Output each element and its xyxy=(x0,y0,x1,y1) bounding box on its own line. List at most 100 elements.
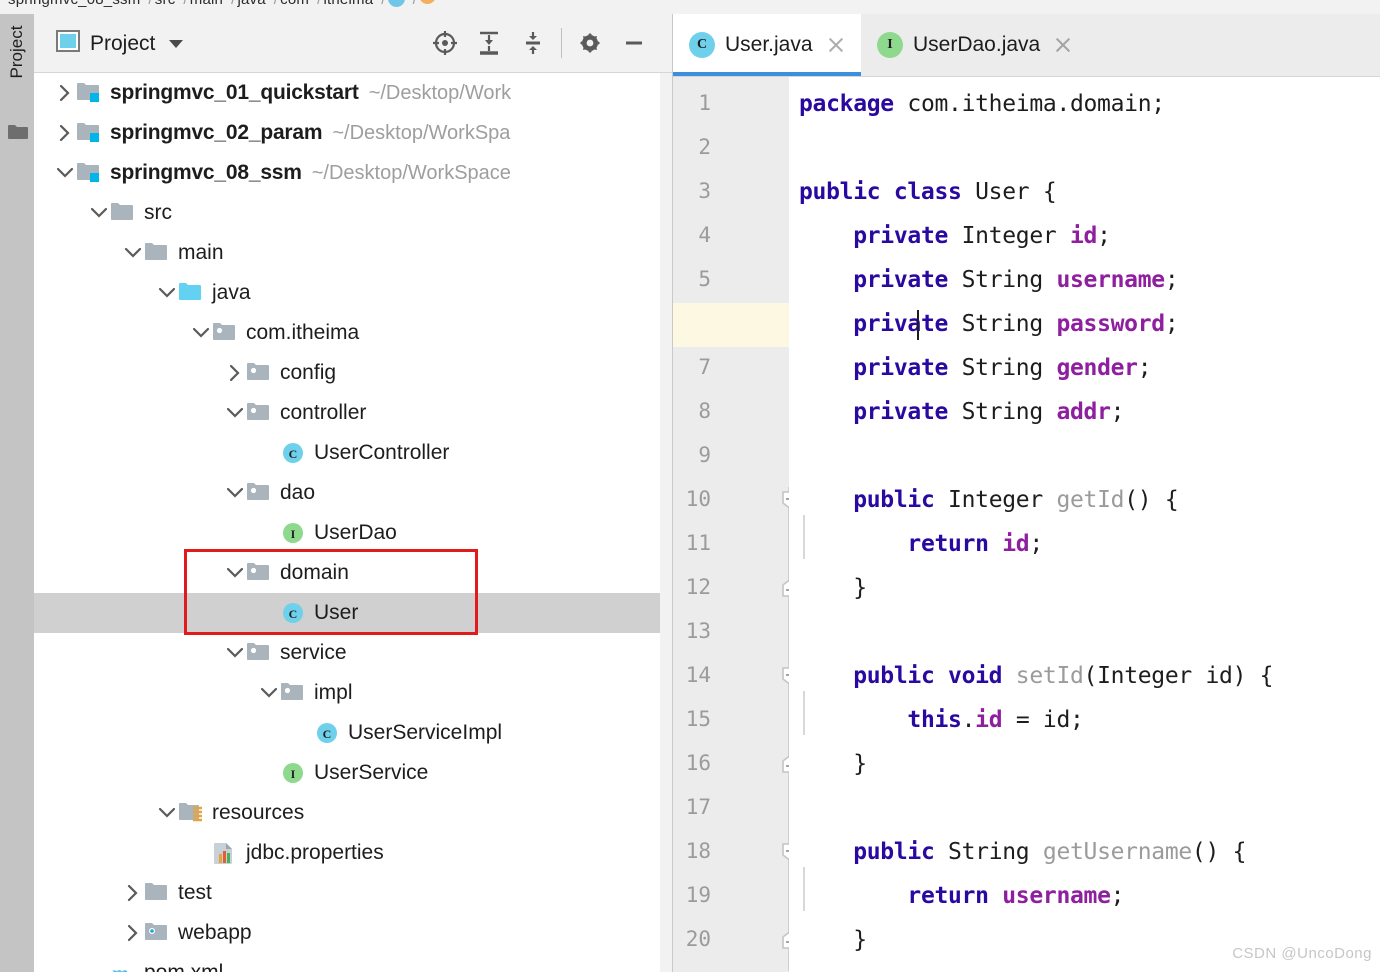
tree-row-label: main xyxy=(178,241,224,264)
chevron-down-icon[interactable] xyxy=(156,282,178,304)
collapse-all-button[interactable] xyxy=(511,26,555,60)
chevron-down-icon[interactable] xyxy=(190,322,212,344)
module-folder-icon xyxy=(76,121,102,145)
tree-row-springmvc-08-ssm[interactable]: springmvc_08_ssm ~/Desktop/WorkSpace xyxy=(34,153,672,193)
tree-row-path: ~/Desktop/WorkSpa xyxy=(332,121,511,144)
tree-row-label: UserServiceImpl xyxy=(348,721,503,744)
line-number: 7 xyxy=(698,355,711,379)
tree-row-springmvc-02-param[interactable]: springmvc_02_param ~/Desktop/WorkSpa xyxy=(34,113,672,153)
svg-text:m: m xyxy=(112,963,129,972)
tree-row-springmvc-01-quickstart[interactable]: springmvc_01_quickstart ~/Desktop/Work xyxy=(34,73,672,113)
code-text-area[interactable]: package com.itheima.domain; public class … xyxy=(789,77,1380,972)
close-icon[interactable] xyxy=(827,36,845,54)
code-line: public String getUsername() { xyxy=(799,839,1246,865)
code-token: username xyxy=(1002,883,1111,909)
code-editor[interactable]: 1234567891011121314151617181920 package … xyxy=(673,77,1380,972)
code-token: Integer xyxy=(934,487,1057,513)
code-token: com.itheima.domain; xyxy=(893,91,1165,117)
tree-row-label: controller xyxy=(280,401,367,424)
tree-row-label: UserDao xyxy=(314,521,397,544)
tree-row-user[interactable]: C User xyxy=(34,593,672,633)
chevron-down-icon[interactable] xyxy=(54,162,76,184)
tree-row-config[interactable]: config xyxy=(34,353,672,393)
expand-all-button[interactable] xyxy=(467,26,511,60)
hide-button[interactable] xyxy=(612,26,656,60)
line-number: 1 xyxy=(698,91,711,115)
project-stripe-button[interactable]: Project xyxy=(7,13,27,91)
tree-row-pom-xml[interactable]: m pom.xml xyxy=(34,953,672,972)
tree-row-java[interactable]: java xyxy=(34,273,672,313)
sidebar-scrollbar[interactable] xyxy=(660,73,672,972)
chevron-right-icon[interactable] xyxy=(54,122,76,144)
tree-row-domain[interactable]: domain xyxy=(34,553,672,593)
chevron-down-icon[interactable] xyxy=(156,802,178,824)
top-breadcrumb-strip: springmvc_08_ssm/src/main/java/com/ithei… xyxy=(0,0,1380,14)
maven-file-icon: m xyxy=(110,961,136,972)
chevron-down-icon[interactable] xyxy=(224,562,246,584)
code-token: } xyxy=(799,751,867,777)
code-token: private xyxy=(853,355,949,381)
tree-row-label: UserController xyxy=(314,441,450,464)
tree-row-com-itheima[interactable]: com.itheima xyxy=(34,313,672,353)
project-tree[interactable]: springmvc_01_quickstart ~/Desktop/Work spr… xyxy=(34,73,672,972)
chevron-down-icon[interactable] xyxy=(224,402,246,424)
package-icon xyxy=(246,361,272,385)
java-class-icon: C xyxy=(689,32,715,58)
chevron-right-icon[interactable] xyxy=(122,882,144,904)
chevron-down-icon[interactable] xyxy=(224,482,246,504)
code-token: addr xyxy=(1056,399,1111,425)
code-token: public xyxy=(853,487,935,513)
chevron-right-icon[interactable] xyxy=(122,922,144,944)
chevron-down-icon[interactable] xyxy=(258,682,280,704)
tree-row-impl[interactable]: impl xyxy=(34,673,672,713)
chevron-down-icon[interactable] xyxy=(88,202,110,224)
editor-tab-bar[interactable]: C User.java I UserDao.java xyxy=(673,14,1380,77)
code-token: = id; xyxy=(1002,707,1084,733)
editor-gutter[interactable]: 1234567891011121314151617181920 xyxy=(673,77,797,972)
tree-row-src[interactable]: src xyxy=(34,193,672,233)
svg-text:C: C xyxy=(323,727,332,741)
tree-row-main[interactable]: main xyxy=(34,233,672,273)
tree-row-controller[interactable]: controller xyxy=(34,393,672,433)
line-number: 12 xyxy=(685,575,711,599)
tree-row-dao[interactable]: dao xyxy=(34,473,672,513)
code-token: } xyxy=(799,575,867,601)
settings-button[interactable] xyxy=(568,26,612,60)
project-title-group[interactable]: Project xyxy=(56,30,184,57)
code-line: package com.itheima.domain; xyxy=(799,91,1165,117)
tree-row-label: jdbc.properties xyxy=(246,841,384,864)
tree-row-userdao[interactable]: I UserDao xyxy=(34,513,672,553)
chevron-right-icon[interactable] xyxy=(224,362,246,384)
chevron-down-icon[interactable] xyxy=(169,39,184,48)
tree-row-usercontroller[interactable]: C UserController xyxy=(34,433,672,473)
package-icon xyxy=(280,681,306,705)
tree-row-webapp[interactable]: webapp xyxy=(34,913,672,953)
tree-row-userservice[interactable]: I UserService xyxy=(34,753,672,793)
tree-row-userserviceimpl[interactable]: C UserServiceImpl xyxy=(34,713,672,753)
tree-row-resources[interactable]: resources xyxy=(34,793,672,833)
tree-row-service[interactable]: service xyxy=(34,633,672,673)
close-icon[interactable] xyxy=(1054,36,1072,54)
code-token: (Integer id) { xyxy=(1083,663,1274,689)
tree-row-jdbc-properties[interactable]: jdbc.properties xyxy=(34,833,672,873)
select-opened-file-button[interactable] xyxy=(423,26,467,60)
chevron-right-icon[interactable] xyxy=(54,82,76,104)
editor-tab-label: UserDao.java xyxy=(913,33,1041,56)
tree-row-label: springmvc_08_ssm xyxy=(110,161,302,184)
project-panel-header: Project xyxy=(34,14,672,73)
editor-tab-userdao-java[interactable]: I UserDao.java xyxy=(861,14,1088,76)
page-title: Project xyxy=(90,31,156,55)
java-class-icon: C xyxy=(314,721,340,745)
chevron-down-icon[interactable] xyxy=(224,642,246,664)
editor-tab-user-java[interactable]: C User.java xyxy=(673,14,861,76)
chevron-down-icon[interactable] xyxy=(122,242,144,264)
tree-row-test[interactable]: test xyxy=(34,873,672,913)
code-token: . xyxy=(961,707,976,733)
